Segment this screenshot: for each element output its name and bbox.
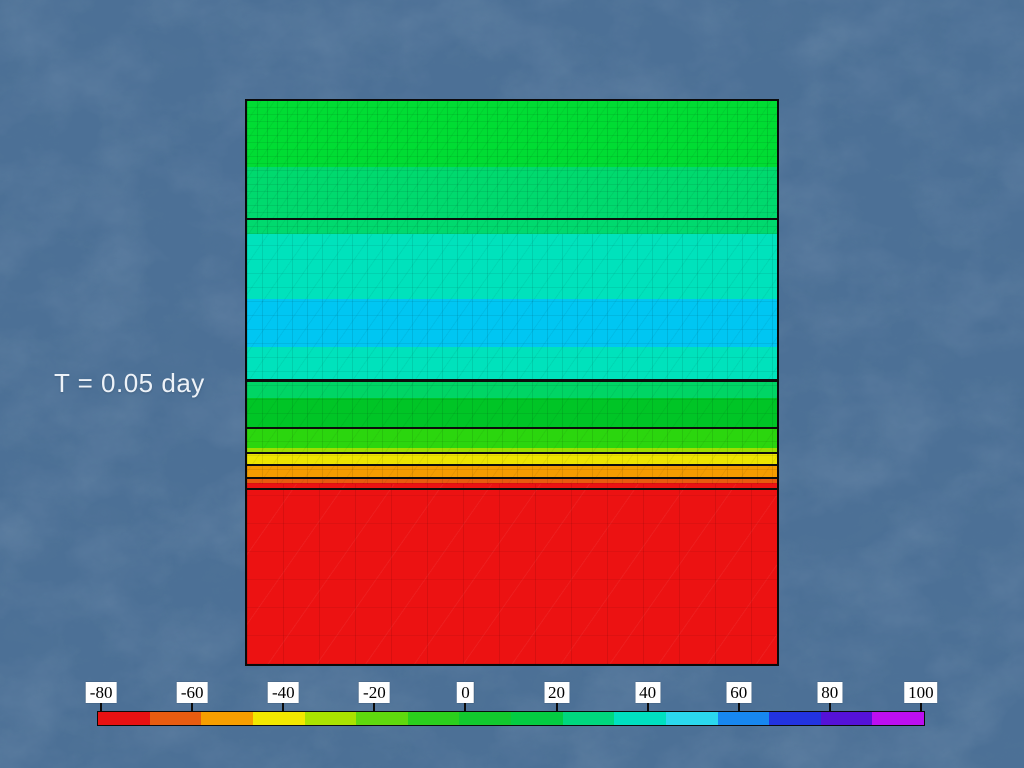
- colorbar-tick-label: 0: [457, 682, 474, 703]
- contour-band: [247, 465, 777, 477]
- colorbar-tick: [100, 703, 103, 711]
- colorbar-tick-label: -20: [359, 682, 390, 703]
- contour-band: [247, 347, 777, 381]
- contour-band: [247, 166, 777, 234]
- colorbar-segment: [149, 712, 202, 725]
- colorbar-tick: [191, 703, 194, 711]
- contour-band: [247, 299, 777, 348]
- colorbar-tick: [282, 703, 285, 711]
- colorbar-legend: -80 -60 -40 -20 0 20 40 60 80 100: [85, 682, 938, 726]
- colorbar-segment: [614, 712, 666, 725]
- colorbar-tick-label: 20: [544, 682, 570, 703]
- colorbar-gradient: [97, 711, 925, 726]
- contour-plot: [245, 99, 779, 666]
- contour-line: [247, 487, 777, 491]
- colorbar-tick-label: 60: [726, 682, 752, 703]
- contour-line: [247, 426, 777, 429]
- colorbar-tick-label: 80: [817, 682, 843, 703]
- contour-band: [247, 380, 777, 398]
- colorbar-tick-label: 40: [635, 682, 661, 703]
- contour-band: [247, 233, 777, 300]
- contour-line: [247, 379, 777, 382]
- colorbar-segment: [769, 712, 821, 725]
- colorbar-segment: [459, 712, 511, 725]
- contour-line: [247, 477, 777, 480]
- colorbar-segment: [820, 712, 873, 725]
- contour-line: [247, 217, 777, 221]
- colorbar-segment: [252, 712, 305, 725]
- contour-band: [247, 482, 777, 664]
- colorbar-tick: [555, 703, 558, 711]
- colorbar-tick-label: -60: [176, 682, 208, 703]
- contour-line: [247, 451, 777, 454]
- contour-band: [247, 101, 777, 167]
- colorbar-segment: [304, 712, 357, 725]
- colorbar-segment: [511, 712, 563, 725]
- colorbar-tick-label: -40: [267, 682, 299, 703]
- colorbar-segment: [872, 712, 924, 725]
- colorbar-tick: [737, 703, 740, 711]
- colorbar-tick-label: -80: [85, 682, 117, 703]
- colorbar-tick: [828, 703, 831, 711]
- colorbar-segment: [98, 712, 150, 725]
- colorbar-segment: [407, 712, 460, 725]
- contour-line: [247, 464, 777, 467]
- colorbar-tick-label: 100: [904, 682, 938, 703]
- slide: T = 0.05 day -80 -60 -40 -20 0 20 40 60 80 100: [0, 0, 1024, 768]
- colorbar-segment: [356, 712, 408, 725]
- contour-band: [247, 427, 777, 448]
- colorbar-tick: [464, 703, 467, 711]
- colorbar-tick: [919, 703, 922, 711]
- colorbar-segment: [562, 712, 615, 725]
- colorbar-segment: [665, 712, 718, 725]
- colorbar-segment: [201, 712, 253, 725]
- colorbar-tick: [373, 703, 376, 711]
- colorbar-segment: [717, 712, 770, 725]
- time-annotation: T = 0.05 day: [54, 368, 205, 398]
- colorbar-tick: [646, 703, 649, 711]
- contour-band: [247, 397, 777, 428]
